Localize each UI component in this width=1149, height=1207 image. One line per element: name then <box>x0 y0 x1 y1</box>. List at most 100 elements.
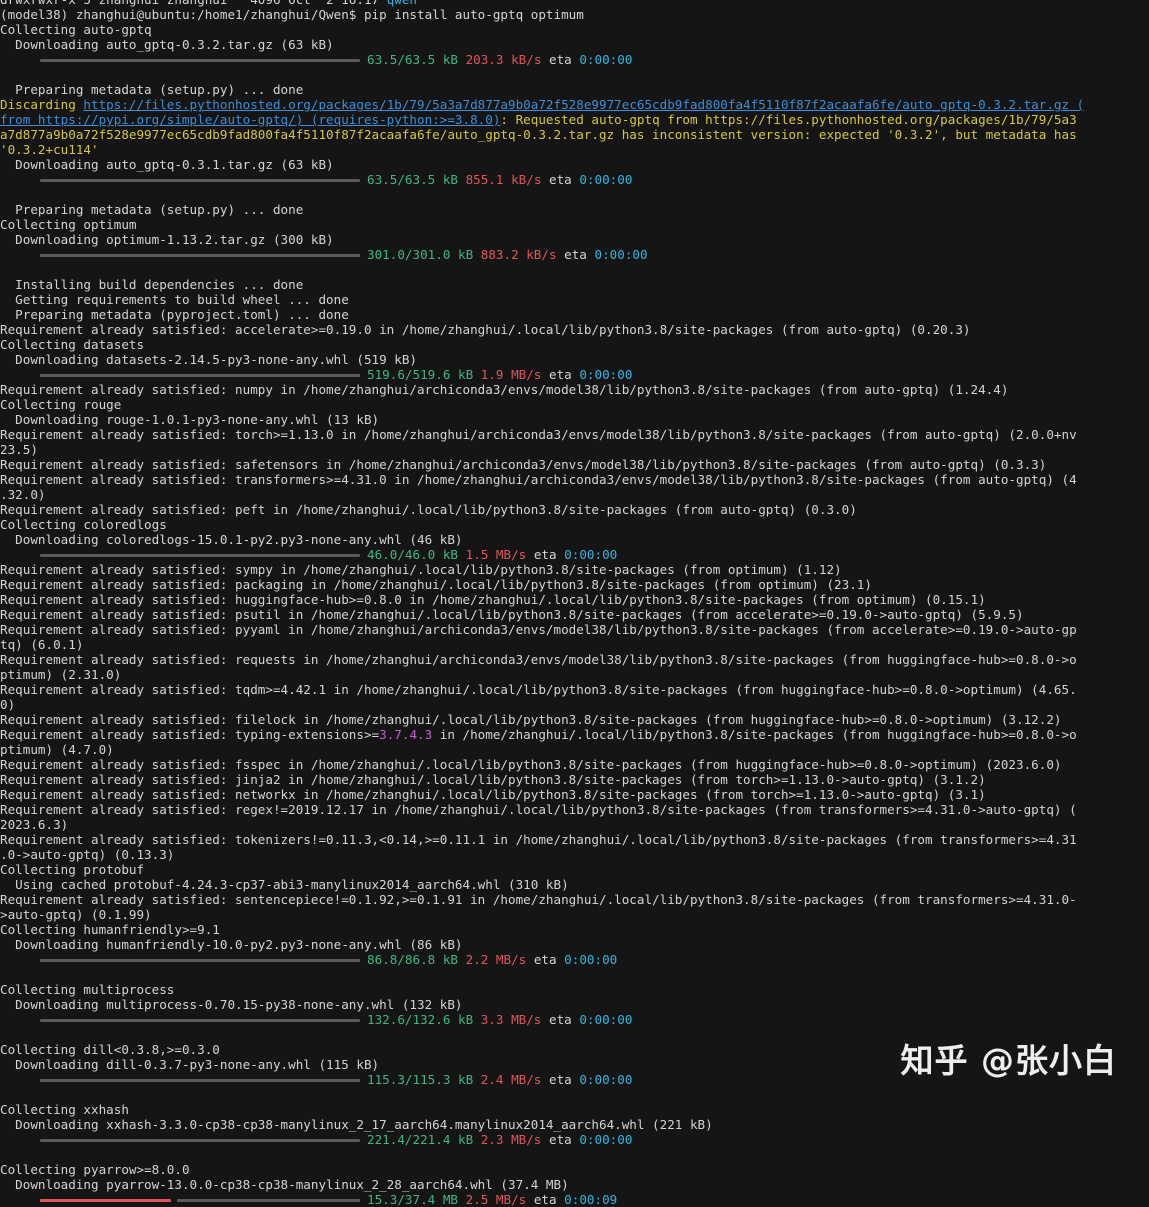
terminal-text[interactable]: https://files.pythonhosted.org/packages/… <box>83 97 1084 112</box>
terminal-line: Requirement already satisfied: sentencep… <box>0 892 1149 907</box>
terminal-text: Requirement already satisfied: fsspec in… <box>0 757 1062 772</box>
terminal-text: Downloading xxhash-3.3.0-cp38-cp38-manyl… <box>0 1117 713 1132</box>
terminal-line: Downloading xxhash-3.3.0-cp38-cp38-manyl… <box>0 1117 1149 1132</box>
terminal-text: 132.6/132.6 kB <box>367 1012 481 1027</box>
terminal-text: Downloading optimum-1.13.2.tar.gz (300 k… <box>0 232 334 247</box>
terminal-line: 23.5) <box>0 442 1149 457</box>
terminal-line: Requirement already satisfied: regex!=20… <box>0 802 1149 817</box>
terminal-line: Requirement already satisfied: pyyaml in… <box>0 622 1149 637</box>
terminal-line: Getting requirements to build wheel ... … <box>0 292 1149 307</box>
terminal-text: Downloading auto_gptq-0.3.2.tar.gz (63 k… <box>0 37 334 52</box>
terminal-line: ptimum) (4.7.0) <box>0 742 1149 757</box>
terminal-text: Requirement already satisfied: tqdm>=4.4… <box>0 682 1077 697</box>
terminal-text: Requirement already satisfied: peft in /… <box>0 502 857 517</box>
terminal-text: Downloading coloredlogs-15.0.1-py2.py3-n… <box>0 532 463 547</box>
progress-bar-remaining <box>177 1199 360 1202</box>
progress-bar-fill <box>40 59 360 62</box>
terminal-output[interactable]: drwxrwxr-x 5 zhanghui zhanghui 4096 Oct … <box>0 0 1149 1207</box>
terminal-line: Requirement already satisfied: networkx … <box>0 787 1149 802</box>
terminal-line: Requirement already satisfied: accelerat… <box>0 322 1149 337</box>
terminal-text: 0:00:09 <box>564 1192 618 1207</box>
terminal-line: Requirement already satisfied: huggingfa… <box>0 592 1149 607</box>
terminal-line: Collecting protobuf <box>0 862 1149 877</box>
progress-bar-fill <box>40 179 360 182</box>
terminal-line: Collecting pyarrow>=8.0.0 <box>0 1162 1149 1177</box>
terminal-text: Getting requirements to build wheel ... … <box>0 292 349 307</box>
terminal-line: Collecting datasets <box>0 337 1149 352</box>
progress-line: 46.0/46.0 kB 1.5 MB/s eta 0:00:00 <box>0 547 1149 562</box>
terminal-line: Preparing metadata (setup.py) ... done <box>0 82 1149 97</box>
terminal-text: 63.5/63.5 kB <box>367 172 466 187</box>
terminal-text: 883.2 kB/s <box>480 247 557 262</box>
terminal-line: '0.3.2+cu114' <box>0 142 1149 157</box>
terminal-text: a7d877a9b0a72f528e9977ec65cdb9fad800fa4f… <box>0 127 1077 142</box>
terminal-text: Preparing metadata (setup.py) ... done <box>0 82 304 97</box>
terminal-line: Preparing metadata (pyproject.toml) ... … <box>0 307 1149 322</box>
terminal-line: Downloading optimum-1.13.2.tar.gz (300 k… <box>0 232 1149 247</box>
terminal-text: Discarding <box>0 97 84 112</box>
terminal-text: .0->auto-gptq) (0.13.3) <box>0 847 175 862</box>
terminal-line: Collecting rouge <box>0 397 1149 412</box>
terminal-text: Downloading dill-0.3.7-py3-none-any.whl … <box>0 1057 380 1072</box>
terminal-text: '0.3.2+cu114' <box>0 142 99 157</box>
terminal-text: 0:00:00 <box>594 247 648 262</box>
progress-bar-fill <box>40 254 360 257</box>
progress-line: 519.6/519.6 kB 1.9 MB/s eta 0:00:00 <box>0 367 1149 382</box>
terminal-line: Requirement already satisfied: safetenso… <box>0 457 1149 472</box>
terminal-text: eta <box>526 547 565 562</box>
terminal-text: eta <box>541 1132 580 1147</box>
terminal-text: Requirement already satisfied: psutil in… <box>0 607 1024 622</box>
terminal-line: Collecting humanfriendly>=9.1 <box>0 922 1149 937</box>
terminal-line: Downloading multiprocess-0.70.15-py38-no… <box>0 997 1149 1012</box>
terminal-text: eta <box>556 247 595 262</box>
terminal-text: Collecting auto-gptq <box>0 22 152 37</box>
terminal-text: 0:00:00 <box>579 367 633 382</box>
terminal-text: Collecting coloredlogs <box>0 517 167 532</box>
progress-line: 301.0/301.0 kB 883.2 kB/s eta 0:00:00 <box>0 247 1149 262</box>
terminal-line: Requirement already satisfied: packaging… <box>0 577 1149 592</box>
terminal-text[interactable]: from https://pypi.org/simple/auto-gptq/)… <box>0 112 500 127</box>
terminal-text: Downloading auto_gptq-0.3.1.tar.gz (63 k… <box>0 157 334 172</box>
terminal-text: Requirement already satisfied: safetenso… <box>0 457 1047 472</box>
terminal-line: >auto-gptq) (0.1.99) <box>0 907 1149 922</box>
terminal-line: from https://pypi.org/simple/auto-gptq/)… <box>0 112 1149 127</box>
terminal-text: Collecting rouge <box>0 397 122 412</box>
terminal-text: Collecting xxhash <box>0 1102 129 1117</box>
terminal-text: Requirement already satisfied: tokenizer… <box>0 832 1077 847</box>
terminal-text: 519.6/519.6 kB <box>367 367 481 382</box>
terminal-text: Requirement already satisfied: numpy in … <box>0 382 1009 397</box>
terminal-line: Collecting coloredlogs <box>0 517 1149 532</box>
terminal-text: Requirement already satisfied: pyyaml in… <box>0 622 1077 637</box>
terminal-line: Downloading auto_gptq-0.3.1.tar.gz (63 k… <box>0 157 1149 172</box>
terminal-text: Requirement already satisfied: sympy in … <box>0 562 842 577</box>
terminal-text: 221.4/221.4 kB <box>367 1132 481 1147</box>
progress-line: 63.5/63.5 kB 855.1 kB/s eta 0:00:00 <box>0 172 1149 187</box>
terminal-text: Requirement already satisfied: transform… <box>0 472 1077 487</box>
zhihu-watermark: 知乎 @张小白 <box>900 1041 1117 1080</box>
progress-line: 86.8/86.8 kB 2.2 MB/s eta 0:00:00 <box>0 952 1149 967</box>
terminal-text: Requirement already satisfied: typing-ex… <box>0 727 380 742</box>
terminal-text: Downloading multiprocess-0.70.15-py38-no… <box>0 997 463 1012</box>
progress-bar-fill <box>40 1199 171 1202</box>
terminal-line: Collecting optimum <box>0 217 1149 232</box>
terminal-text: 301.0/301.0 kB <box>367 247 481 262</box>
terminal-text: eta <box>541 52 580 67</box>
terminal-text: Collecting datasets <box>0 337 145 352</box>
terminal-text: Requirement already satisfied: accelerat… <box>0 322 971 337</box>
terminal-text: 115.3/115.3 kB <box>367 1072 481 1087</box>
terminal-text: 46.0/46.0 kB <box>367 547 466 562</box>
terminal-line: Collecting xxhash <box>0 1102 1149 1117</box>
terminal-text: eta <box>541 1012 580 1027</box>
terminal-text: drwxrwxr-x 5 zhanghui zhanghui 4096 Oct … <box>0 0 387 7</box>
terminal-text: eta <box>541 367 580 382</box>
terminal-text: Requirement already satisfied: jinja2 in… <box>0 772 986 787</box>
terminal-line: Collecting multiprocess <box>0 982 1149 997</box>
terminal-line: Downloading humanfriendly-10.0-py2.py3-n… <box>0 937 1149 952</box>
terminal-text: 0) <box>0 697 16 712</box>
terminal-text: 3.3 MB/s <box>480 1012 542 1027</box>
terminal-text: Collecting pyarrow>=8.0.0 <box>0 1162 190 1177</box>
